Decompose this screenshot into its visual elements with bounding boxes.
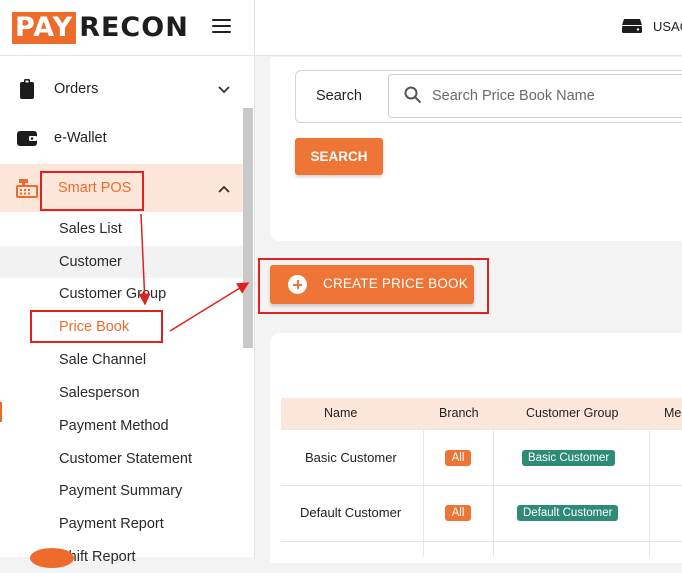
sidebar-subitem-customer-statement[interactable]: Customer Statement [0,443,243,475]
cash-register-icon [16,179,38,198]
annotation-box-create [258,258,489,314]
sidebar-subitem-salesperson[interactable]: Salesperson [0,377,243,409]
sidebar-subitem-customer[interactable]: Customer [0,246,243,278]
sidebar-subitem-payment-report[interactable]: Payment Report [0,508,243,540]
sidebar-item-label: e-Wallet [54,130,107,146]
payrecon-logo[interactable]: PAY RECON [12,12,189,44]
annotation-box-smart-pos [40,171,144,211]
storage-icon [622,19,642,33]
column-divider [649,429,650,557]
help-bubble[interactable] [30,548,74,568]
divider [0,55,254,56]
customer-group-badge: Default Customer [517,505,619,521]
column-header-more: Me [664,406,682,420]
search-placeholder: Search Price Book Name [432,88,595,104]
sidebar: PAY RECON Orders e-Wallet Smart POS Sale… [0,0,255,568]
search-button[interactable]: SEARCH [295,138,383,175]
cell-name: Basic Customer [305,450,397,465]
subitem-label: Customer Group [59,286,167,302]
logo-pay: PAY [12,12,77,44]
column-divider [423,429,424,557]
annotation-box-price-book [30,310,163,343]
branch-badge: All [445,450,471,466]
sidebar-subitem-payment-summary[interactable]: Payment Summary [0,475,243,507]
sidebar-item-e-wallet[interactable]: e-Wallet [0,122,243,154]
chevron-down-icon[interactable] [218,83,230,95]
user-menu[interactable]: USAG [621,18,682,34]
cell-name: Default Customer [300,505,402,520]
chevron-up-icon[interactable] [218,183,230,195]
search-label: Search [316,88,362,104]
subitem-label: Payment Report [59,516,164,532]
subitem-label: Customer Statement [59,451,192,467]
user-label: USAG [653,18,682,34]
search-icon [404,86,422,104]
subitem-label: Sale Channel [59,352,147,368]
sidebar-subitem-sales-list[interactable]: Sales List [0,213,243,245]
sidebar-subitem-customer-group[interactable]: Customer Group [0,278,243,310]
side-indicator [0,402,2,422]
table-row[interactable] [281,541,682,558]
customer-group-badge: Basic Customer [522,450,616,466]
logo-recon: RECON [79,12,189,43]
subitem-label: Salesperson [59,385,140,401]
wallet-icon [17,131,37,146]
sidebar-scrollbar[interactable] [243,108,253,348]
subitem-label: Sales List [59,221,122,237]
column-header-customer-group: Customer Group [526,406,619,420]
subitem-label: Customer [59,254,122,270]
subitem-label: Payment Summary [59,483,183,499]
sidebar-subitem-sale-channel[interactable]: Sale Channel [0,344,243,376]
sidebar-item-orders[interactable]: Orders [0,73,243,105]
sidebar-subitem-payment-method[interactable]: Payment Method [0,410,243,442]
column-header-branch: Branch [439,406,479,420]
clipboard-icon [20,79,34,99]
column-header-name: Name [324,406,358,420]
subitem-label: Payment Method [59,418,169,434]
menu-toggle-icon[interactable] [212,19,231,33]
column-divider [493,429,494,557]
sidebar-item-label: Orders [54,81,99,97]
top-bar: USAG [255,0,682,56]
branch-badge: All [445,505,471,521]
